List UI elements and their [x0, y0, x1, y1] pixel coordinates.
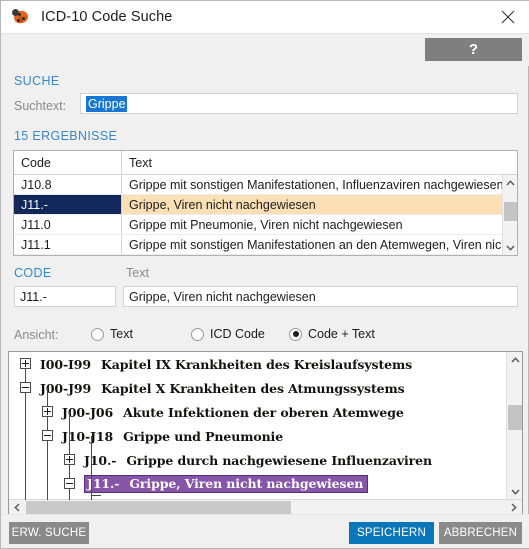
tree-row[interactable]: J10-J18 Grippe und Pneumonie	[9, 424, 509, 448]
results-table: Code Text J10.8 Grippe mit sonstigen Man…	[13, 150, 518, 256]
search-input[interactable]: Grippe	[80, 93, 518, 114]
tree-row[interactable]: J00-J99 Kapitel X Krankheiten des Atmung…	[9, 376, 509, 400]
radio-label: ICD Code	[210, 327, 265, 341]
help-toolbar: ?	[1, 34, 529, 66]
cell-text: Grippe mit sonstigen Manifestationen an …	[129, 237, 502, 252]
tree-node-label: I00-I99 Kapitel IX Krankheiten des Kreis…	[40, 357, 412, 372]
tree-row[interactable]: J00-J06 Akute Infektionen der oberen Ate…	[9, 400, 509, 424]
tree-node-label: J00-J06 Akute Infektionen der oberen Ate…	[62, 405, 404, 420]
results-section-label: 15 ERGEBNISSE	[14, 129, 118, 143]
code-text-label: Text	[126, 266, 149, 280]
radio-circle-icon	[91, 327, 104, 341]
tree-node-text: Kapitel IX Krankheiten des Kreislaufsyst…	[100, 356, 413, 372]
chevron-up-icon[interactable]	[503, 175, 517, 190]
tree-horizontal-scrollbar[interactable]	[9, 499, 522, 515]
tree-node-label: J10-J18 Grippe und Pneumonie	[62, 429, 283, 444]
table-row[interactable]: J11.0 Grippe mit Pneumonie, Viren nicht …	[14, 215, 517, 235]
tree-hscroll-thumb[interactable]	[26, 501, 291, 514]
tree-node-text: Akute Infektionen der oberen Atemwege	[123, 404, 404, 420]
radio-icd-code[interactable]: ICD Code	[191, 327, 265, 341]
tree-node-text: Grippe durch nachgewiesene Influenzavire…	[126, 452, 432, 468]
chevron-left-icon[interactable]	[9, 500, 25, 515]
results-vertical-scrollbar[interactable]	[502, 175, 517, 255]
tree-collapser-icon[interactable]	[42, 430, 53, 441]
code-input[interactable]: J11.-	[14, 286, 116, 307]
tree-node-text: Kapitel X Krankheiten des Atmungssystems	[101, 380, 405, 396]
tree-expander-icon[interactable]	[20, 358, 31, 369]
window-title: ICD-10 Code Suche	[41, 9, 173, 25]
cell-code: J11.-	[14, 195, 122, 214]
tree-expander-icon[interactable]	[64, 454, 75, 465]
code-input-value: J11.-	[20, 289, 47, 304]
icd-tree: I00-I99 Kapitel IX Krankheiten des Kreis…	[8, 351, 523, 516]
close-icon[interactable]	[486, 1, 529, 33]
cell-text: Grippe mit Pneumonie, Viren nicht nachge…	[129, 217, 403, 232]
search-section-label: SUCHE	[14, 74, 60, 88]
help-button[interactable]: ?	[425, 38, 522, 61]
cancel-button[interactable]: ABBRECHEN	[439, 522, 522, 544]
radio-circle-icon	[289, 327, 302, 341]
results-scroll-thumb[interactable]	[504, 202, 517, 221]
chevron-right-icon[interactable]	[506, 500, 522, 515]
table-header-row: Code Text	[14, 151, 517, 175]
table-row[interactable]: J11.- Grippe, Viren nicht nachgewiesen	[14, 195, 517, 215]
radio-circle-icon	[191, 327, 204, 341]
tree-node-label: J11.- Grippe, Viren nicht nachgewiesen	[84, 475, 369, 493]
column-header-text: Text	[129, 155, 152, 170]
tree-node-label: J00-J99 Kapitel X Krankheiten des Atmung…	[40, 381, 405, 396]
radio-code-plus-text[interactable]: Code + Text	[289, 327, 375, 341]
radio-text[interactable]: Text	[91, 327, 133, 341]
suchtext-label: Suchtext:	[14, 99, 67, 113]
footer-bar: ERW. SUCHE SPEICHERN ABBRECHEN	[1, 514, 529, 548]
save-button[interactable]: SPEICHERN	[349, 522, 434, 544]
search-input-value: Grippe	[86, 95, 127, 112]
chevron-down-icon[interactable]	[503, 240, 517, 255]
title-bar: ICD-10 Code Suche	[1, 1, 529, 34]
radio-label: Code + Text	[308, 327, 375, 341]
cell-text: Grippe, Viren nicht nachgewiesen	[122, 195, 517, 214]
cell-code: J11.0	[14, 215, 122, 234]
column-header-code: Code	[14, 151, 122, 174]
tree-node-text: Grippe und Pneumonie	[123, 428, 284, 444]
radio-label: Text	[110, 327, 133, 341]
tree-row[interactable]: I00-I99 Kapitel IX Krankheiten des Kreis…	[9, 352, 509, 376]
ladybug-icon	[12, 8, 30, 26]
tree-node-text: Grippe, Viren nicht nachgewiesen	[129, 476, 364, 491]
icd-search-dialog: ICD-10 Code Suche ? SUCHE Suchtext: Grip…	[0, 0, 529, 549]
tree-collapser-icon[interactable]	[20, 382, 31, 393]
tree-scroll-thumb[interactable]	[508, 405, 522, 430]
ansicht-label: Ansicht:	[14, 328, 59, 342]
tree-row-selected[interactable]: J11.- Grippe, Viren nicht nachgewiesen	[9, 472, 509, 496]
code-section-label: CODE	[14, 266, 52, 280]
advanced-search-button[interactable]: ERW. SUCHE	[9, 522, 89, 544]
code-text-input[interactable]: Grippe, Viren nicht nachgewiesen	[123, 286, 518, 307]
tree-node-label: J10.- Grippe durch nachgewiesene Influen…	[84, 453, 432, 468]
tree-node-code: J10.-	[84, 452, 117, 468]
tree-vertical-scrollbar[interactable]	[506, 352, 522, 499]
tree-collapser-icon[interactable]	[64, 478, 75, 489]
code-text-value: Grippe, Viren nicht nachgewiesen	[129, 289, 316, 304]
cell-text: Grippe mit sonstigen Manifestationen, In…	[129, 177, 504, 192]
chevron-up-icon[interactable]	[507, 352, 522, 367]
table-row[interactable]: J10.8 Grippe mit sonstigen Manifestation…	[14, 175, 517, 195]
chevron-down-icon[interactable]	[507, 484, 522, 499]
tree-content: I00-I99 Kapitel IX Krankheiten des Kreis…	[9, 352, 509, 500]
cell-code: J11.1	[14, 235, 122, 254]
tree-node-code: I00-I99	[40, 356, 91, 372]
tree-expander-icon[interactable]	[42, 406, 53, 417]
cell-code: J10.8	[14, 175, 122, 194]
tree-row[interactable]: J10.- Grippe durch nachgewiesene Influen…	[9, 448, 509, 472]
table-row[interactable]: J11.1 Grippe mit sonstigen Manifestation…	[14, 235, 517, 255]
